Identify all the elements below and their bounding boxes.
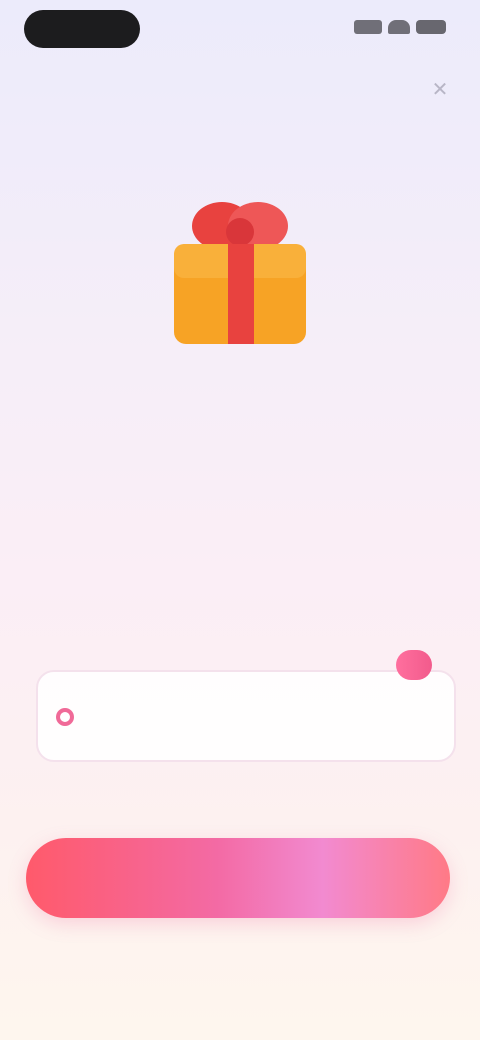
offer-tag (222, 467, 258, 479)
battery-icon (416, 20, 446, 34)
signal-icon (354, 20, 382, 34)
close-button[interactable]: ✕ (426, 76, 454, 104)
status-time (24, 10, 140, 48)
plan-badge (396, 650, 432, 680)
plan-option-card[interactable] (36, 670, 456, 762)
status-bar (0, 0, 480, 64)
cta-button[interactable] (26, 838, 450, 918)
gift-icon (164, 192, 314, 350)
radio-selected-icon[interactable] (56, 708, 74, 726)
offer-tag-row (0, 466, 480, 484)
wifi-icon (388, 20, 410, 34)
close-icon: ✕ (431, 79, 449, 101)
status-icons (354, 20, 446, 34)
